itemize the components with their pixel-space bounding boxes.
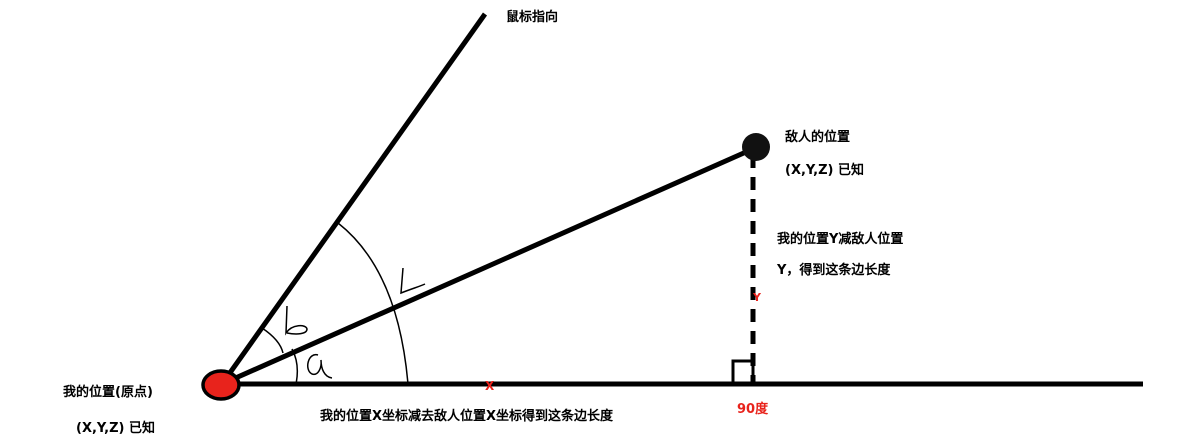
enemy-position-label: 敌人的位置 [785,129,850,145]
handwritten-a-glyph [307,354,333,379]
handwritten-b-glyph [285,305,308,336]
angle-arc-b [261,327,284,354]
my-known-label: (X,Y,Z) 已知 [76,420,155,436]
x-side-marker: X [485,379,495,393]
enemy-direction-line [220,145,757,387]
y-side-note-line2: Y，得到这条边长度 [776,262,891,278]
right-angle-label: 90度 [737,401,769,417]
aiming-angle-diagram: 鼠标指向 敌人的位置 (X,Y,Z) 已知 我的位置Y减敌人位置 Y，得到这条边… [63,9,1143,436]
x-side-note: 我的位置X坐标减去敌人位置X坐标得到这条边长度 [320,408,614,424]
handwritten-c-glyph [400,267,426,295]
y-side-marker: Y [752,291,762,304]
right-angle-marker [731,359,755,385]
enemy-known-label: (X,Y,Z) 已知 [785,162,864,178]
mouse-direction-label: 鼠标指向 [506,9,558,25]
large-angle-arc [337,222,409,385]
my-position-label: 我的位置(原点) [63,384,153,400]
y-side-note-line1: 我的位置Y减敌人位置 [777,231,903,247]
enemy-point [742,133,770,161]
origin-point [201,369,241,401]
